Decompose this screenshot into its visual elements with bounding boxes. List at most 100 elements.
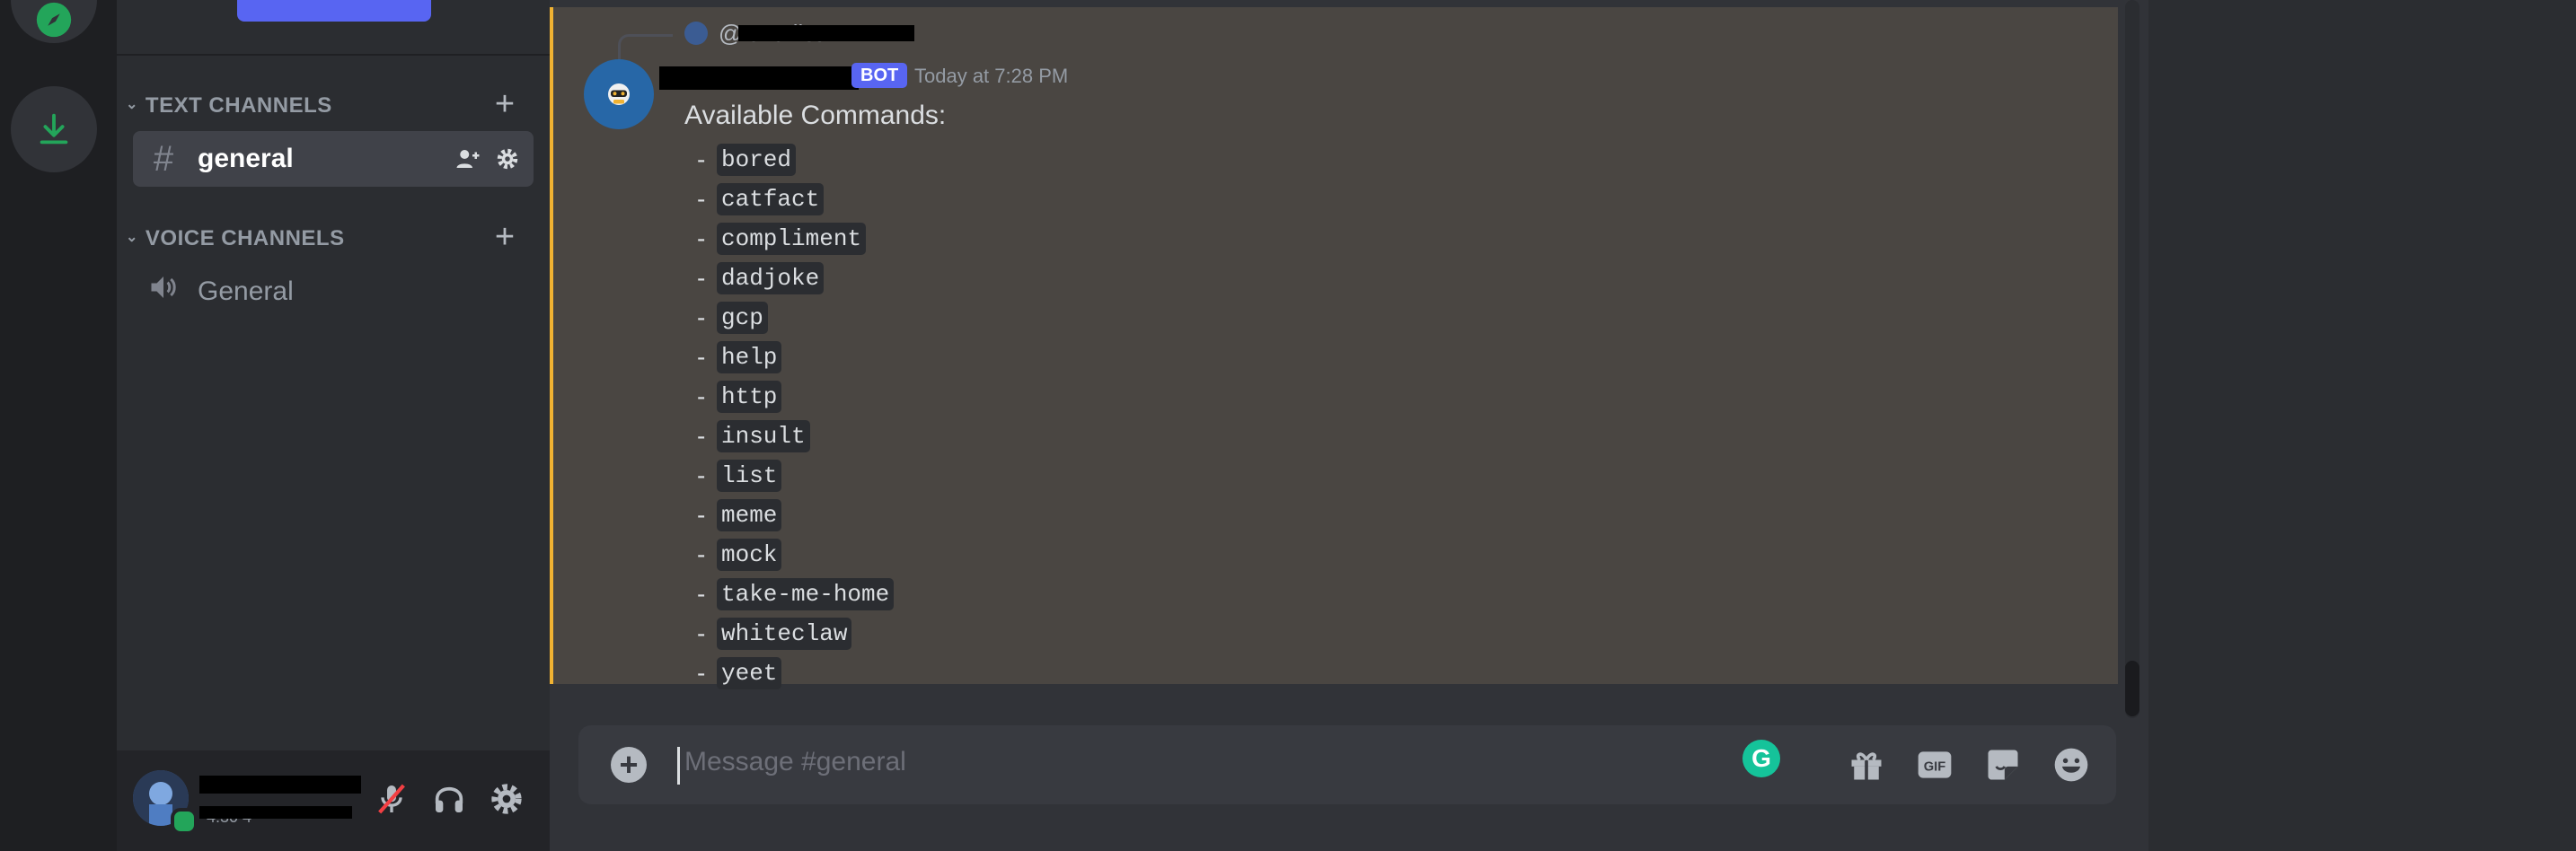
- sidebar-top-button[interactable]: [237, 0, 431, 22]
- username-redaction: [199, 776, 361, 794]
- bot-avatar[interactable]: [584, 59, 654, 129]
- command-code: gcp: [717, 302, 768, 334]
- member-list-panel: [2148, 0, 2576, 851]
- scrollbar-track[interactable]: [2125, 0, 2139, 718]
- gif-button[interactable]: GIF: [1913, 743, 1956, 786]
- gear-icon[interactable]: [494, 145, 521, 172]
- message-input[interactable]: Message #general: [684, 747, 906, 777]
- mute-button[interactable]: [368, 776, 415, 822]
- command-code: meme: [717, 499, 782, 531]
- channel-label: General: [198, 276, 294, 306]
- category-label: VOICE CHANNELS: [145, 226, 345, 250]
- message-composer[interactable]: + Message #general G GIF: [578, 725, 2116, 804]
- gift-icon: [1851, 752, 1882, 780]
- list-bullet: -: [697, 461, 706, 489]
- user-panel: 4:30 4: [117, 750, 550, 851]
- sticker-icon: [1988, 750, 2018, 780]
- channel-sidebar: ⌄ TEXT CHANNELS + # general ⌄ VOICE CHAN…: [117, 0, 550, 851]
- message-title: Available Commands:: [684, 101, 947, 130]
- command-list-item: - take-me-home: [684, 575, 946, 614]
- command-code: help: [717, 341, 782, 373]
- command-list-item: - insult: [684, 417, 946, 456]
- command-code: mock: [717, 539, 782, 571]
- command-code: list: [717, 460, 782, 492]
- channel-item-general[interactable]: # general: [133, 131, 534, 187]
- command-list-item: - mock: [684, 535, 946, 575]
- compass-icon: [36, 2, 72, 38]
- online-status-indicator: [171, 808, 198, 835]
- sticker-button[interactable]: [1981, 743, 2025, 786]
- command-list-item: - gcp: [684, 298, 946, 338]
- scrollbar-thumb[interactable]: [2125, 661, 2139, 716]
- svg-text:GIF: GIF: [1924, 759, 1945, 774]
- command-code: catfact: [717, 183, 825, 215]
- user-settings-button[interactable]: [483, 776, 530, 822]
- command-list-item: - whiteclaw: [684, 614, 946, 654]
- grammarly-icon[interactable]: G: [1742, 740, 1780, 777]
- category-text-channels[interactable]: ⌄ TEXT CHANNELS: [126, 88, 332, 124]
- sidebar-divider: [117, 54, 550, 56]
- deafen-button[interactable]: [426, 776, 472, 822]
- channel-label: general: [198, 144, 294, 173]
- reply-username-redaction: [738, 25, 914, 41]
- bot-badge: BOT: [851, 63, 908, 88]
- download-apps-button[interactable]: [11, 86, 97, 172]
- download-icon: [40, 113, 68, 145]
- list-bullet: -: [697, 659, 706, 687]
- list-bullet: -: [697, 580, 706, 608]
- command-list-item: - yeet: [684, 654, 946, 693]
- chevron-down-icon: ⌄: [126, 230, 138, 245]
- create-voice-channel-icon[interactable]: +: [487, 220, 523, 257]
- user-status-redaction: [199, 806, 352, 819]
- command-code: whiteclaw: [717, 618, 852, 650]
- command-code: http: [717, 381, 782, 413]
- list-bullet: -: [697, 382, 706, 410]
- command-list-item: - dadjoke: [684, 259, 946, 298]
- command-code: bored: [717, 144, 797, 176]
- chat-area: @ ava list BOT Today at 7:28 PM Availabl…: [550, 0, 2148, 851]
- gear-icon: [491, 784, 522, 814]
- command-list-item: - meme: [684, 496, 946, 535]
- command-list-item: - list: [684, 456, 946, 496]
- command-list-item: - catfact: [684, 180, 946, 219]
- add-member-icon[interactable]: [454, 145, 481, 172]
- headphones-icon: [435, 786, 463, 812]
- robot-icon: [608, 83, 630, 105]
- list-bullet: -: [697, 264, 706, 292]
- command-code: dadjoke: [717, 262, 825, 294]
- message-timestamp[interactable]: Today at 7:28 PM: [914, 65, 1068, 88]
- command-code: yeet: [717, 657, 782, 689]
- command-list-item: - http: [684, 377, 946, 417]
- author-name-redaction: [659, 66, 859, 90]
- emoji-button[interactable]: [2050, 743, 2093, 786]
- list-bullet: -: [697, 185, 706, 213]
- command-list-item: - help: [684, 338, 946, 377]
- command-list: - bored - catfact - compliment - dadjoke - gcp - he…: [684, 140, 946, 693]
- explore-servers-button[interactable]: [11, 0, 97, 43]
- plus-circle-icon[interactable]: +: [611, 747, 647, 783]
- channel-item-voice-general[interactable]: General: [133, 264, 294, 320]
- category-voice-channels[interactable]: ⌄ VOICE CHANNELS: [126, 221, 345, 257]
- emoji-icon: [2054, 748, 2088, 782]
- list-bullet: -: [697, 303, 706, 331]
- list-bullet: -: [697, 343, 706, 371]
- mute-mic-icon: [378, 784, 405, 814]
- text-caret: [677, 747, 680, 785]
- speaker-icon: [142, 271, 185, 312]
- gif-icon: GIF: [1918, 751, 1952, 778]
- message-highlight: @ ava list BOT Today at 7:28 PM Availabl…: [550, 7, 2118, 689]
- list-bullet: -: [697, 619, 706, 647]
- list-bullet: -: [697, 145, 706, 173]
- category-label: TEXT CHANNELS: [145, 93, 332, 118]
- list-bullet: -: [697, 422, 706, 450]
- command-code: compliment: [717, 223, 867, 255]
- create-text-channel-icon[interactable]: +: [487, 87, 523, 124]
- list-bullet: -: [697, 224, 706, 252]
- reply-avatar[interactable]: [684, 22, 708, 45]
- command-code: take-me-home: [717, 578, 895, 610]
- hashtag-icon: #: [153, 138, 174, 179]
- chevron-down-icon: ⌄: [126, 97, 138, 112]
- server-rail: [0, 0, 117, 851]
- gift-button[interactable]: [1845, 743, 1888, 786]
- message-content: Available Commands: - bored - catfact - compl…: [684, 101, 946, 693]
